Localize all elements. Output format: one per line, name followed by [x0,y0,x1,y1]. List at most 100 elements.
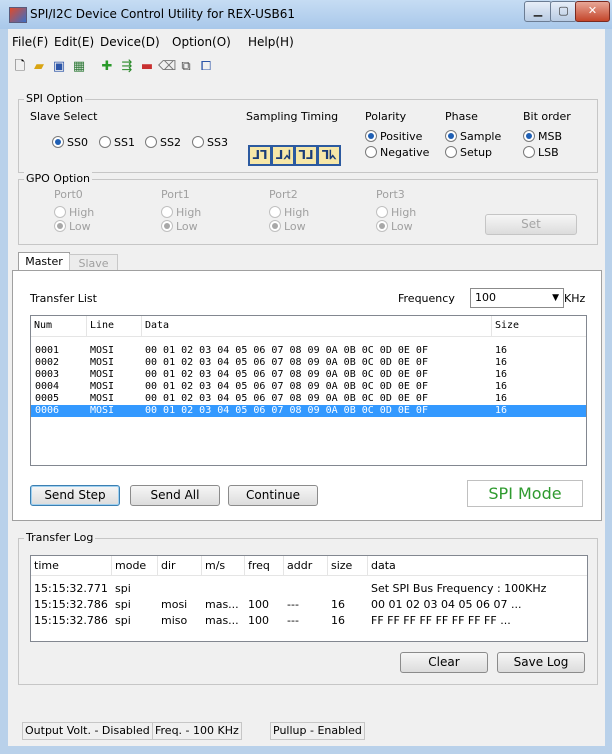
port1-high-label: High [176,206,202,219]
clear-log-button[interactable]: Clear [400,652,488,673]
row-size: 16 [495,393,508,404]
menu-option[interactable]: Option(O) [172,35,231,49]
log-col-time[interactable]: time [31,556,94,576]
row-data: 00 01 02 03 04 05 06 07 08 09 0A 0B 0C 0… [145,405,428,416]
radio-ss3[interactable]: SS3 [192,136,228,149]
paste-icon[interactable]: ⧠ [198,59,214,75]
radio-dot [365,130,377,142]
menu-device[interactable]: Device(D) [100,35,160,49]
port1-low-label: Low [176,220,198,233]
radio-port1-low[interactable]: Low [161,220,198,233]
gpo-set-button[interactable]: Set [485,214,577,235]
log-mode: spi [115,582,131,595]
log-col-ms[interactable]: m/s [201,556,245,576]
menu-edit[interactable]: Edit(E) [54,35,94,49]
save-icon[interactable]: ▣ [51,59,67,75]
row-data: 00 01 02 03 04 05 06 07 08 09 0A 0B 0C 0… [145,393,428,404]
new-file-icon[interactable]: 🗋 [12,59,28,75]
table-row-selected[interactable]: 0006 MOSI 00 01 02 03 04 05 06 07 08 09 … [31,405,586,417]
menu-help[interactable]: Help(H) [248,35,294,49]
log-freq: 100 [248,598,269,611]
radio-phase-setup[interactable]: Setup [445,146,492,159]
tab-master[interactable]: Master [18,252,70,272]
table-row[interactable]: 0002 MOSI 00 01 02 03 04 05 06 07 08 09 … [31,357,586,369]
frequency-unit: KHz [564,292,586,305]
transfer-list[interactable]: Num Line Data Size 0001 MOSI 00 01 02 03… [30,315,587,466]
port0-high-label: High [69,206,95,219]
maximize-button[interactable]: ▢ [550,1,577,22]
table-row[interactable]: 0001 MOSI 00 01 02 03 04 05 06 07 08 09 … [31,345,586,357]
log-col-mode[interactable]: mode [111,556,155,576]
radio-bitorder-lsb[interactable]: LSB [523,146,559,159]
radio-port0-low[interactable]: Low [54,220,91,233]
row-num: 0006 [35,405,60,416]
remove-icon[interactable]: ▬ [139,59,155,75]
row-num: 0004 [35,381,60,392]
radio-port0-high[interactable]: High [54,206,94,219]
radio-ss2[interactable]: SS2 [145,136,181,149]
row-data: 00 01 02 03 04 05 06 07 08 09 0A 0B 0C 0… [145,357,428,368]
log-ms: mas... [205,614,239,627]
send-all-button[interactable]: Send All [130,485,220,506]
log-col-data[interactable]: data [367,556,581,576]
row-num: 0005 [35,393,60,404]
log-time: 15:15:32.771 [34,582,108,595]
device-icon[interactable]: ▦ [71,59,87,75]
radio-port2-low[interactable]: Low [269,220,306,233]
copy-icon[interactable]: ⧉ [178,59,194,75]
log-col-freq[interactable]: freq [244,556,283,576]
radio-port2-high[interactable]: High [269,206,309,219]
radio-ss1-label: SS1 [114,136,135,149]
table-row[interactable]: 0005 MOSI 00 01 02 03 04 05 06 07 08 09 … [31,393,586,405]
save-log-button[interactable]: Save Log [497,652,585,673]
title-bar[interactable]: SPI/I2C Device Control Utility for REX-U… [0,0,612,29]
log-col-size[interactable]: size [327,556,366,576]
radio-ss0[interactable]: SS0 [52,136,88,149]
port3-high-label: High [391,206,417,219]
minimize-button[interactable]: ▁ [524,1,552,22]
transfer-log-list[interactable]: time mode dir m/s freq addr size data 15… [30,555,588,642]
row-line: MOSI [90,345,115,356]
sampling-mode-3-button[interactable]: ᒣᖾ [317,145,341,166]
polarity-positive-label: Positive [380,130,423,143]
col-line[interactable]: Line [86,316,142,336]
log-row[interactable]: 15:15:32.771 spi Set SPI Bus Frequency :… [31,582,587,596]
sampling-mode-1-button[interactable]: ᒧᖽ [271,145,295,166]
col-num[interactable]: Num [31,316,86,336]
close-button[interactable]: ✕ [575,1,610,22]
log-data: FF FF FF FF FF FF FF FF ... [371,614,511,627]
send-step-button[interactable]: Send Step [30,485,120,506]
radio-port1-high[interactable]: High [161,206,201,219]
radio-bitorder-msb[interactable]: MSB [523,130,562,143]
sampling-mode-0-button[interactable]: ᒧᒣ [248,145,272,166]
radio-polarity-positive[interactable]: Positive [365,130,422,143]
open-folder-icon[interactable]: ▰ [31,59,47,75]
radio-phase-sample[interactable]: Sample [445,130,501,143]
sampling-glyph: ᒧᖽ [275,148,291,162]
continue-button[interactable]: Continue [228,485,318,506]
col-data[interactable]: Data [141,316,490,336]
menu-bar: File(F) Edit(E) Device(D) Option(O) Help… [8,31,605,51]
row-size: 16 [495,381,508,392]
col-size[interactable]: Size [491,316,535,336]
radio-port3-low[interactable]: Low [376,220,413,233]
radio-dot [445,130,457,142]
table-row[interactable]: 0004 MOSI 00 01 02 03 04 05 06 07 08 09 … [31,381,586,393]
menu-file[interactable]: File(F) [12,35,48,49]
log-row[interactable]: 15:15:32.786 spi mosi mas... 100 --- 16 … [31,598,587,612]
frequency-value: 100 [475,291,496,304]
add-icon[interactable]: ✚ [99,59,115,75]
app-icon [9,7,27,23]
radio-ss1[interactable]: SS1 [99,136,135,149]
frequency-select[interactable]: 100 ▼ [470,288,564,308]
edit-icon[interactable]: ⌫ [158,59,176,75]
sampling-mode-2-button[interactable]: ᒣᒧ [294,145,318,166]
radio-port3-high[interactable]: High [376,206,416,219]
log-col-addr[interactable]: addr [283,556,327,576]
radio-polarity-negative[interactable]: Negative [365,146,429,159]
insert-icon[interactable]: ⇶ [119,59,135,75]
log-col-dir[interactable]: dir [157,556,201,576]
log-header: time mode dir m/s freq addr size data [31,556,587,576]
log-row[interactable]: 15:15:32.786 spi miso mas... 100 --- 16 … [31,614,587,628]
table-row[interactable]: 0003 MOSI 00 01 02 03 04 05 06 07 08 09 … [31,369,586,381]
